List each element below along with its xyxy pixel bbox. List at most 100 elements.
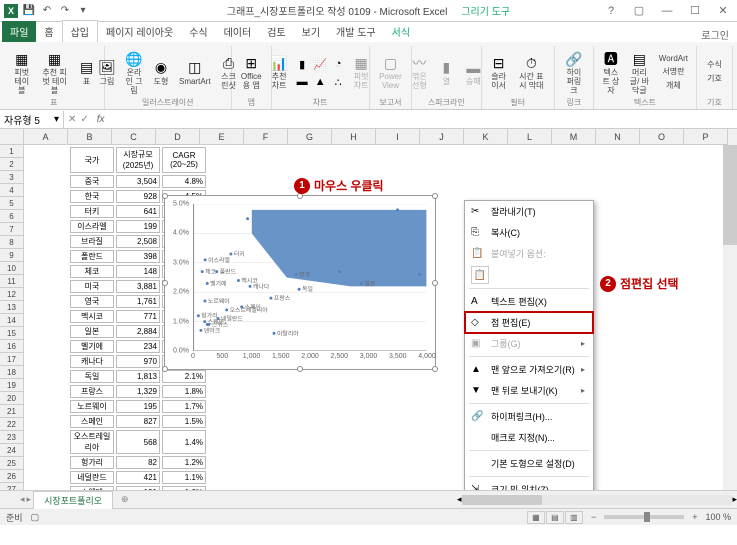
table-cell[interactable]: 1.1% xyxy=(162,471,206,484)
table-cell[interactable]: 스웨덴 xyxy=(70,486,114,490)
slicer-button[interactable]: ⊟슬라이서 xyxy=(487,52,511,93)
sheet-nav-prev-icon[interactable]: ◂ xyxy=(20,494,25,505)
record-macro-icon[interactable]: ▢ xyxy=(31,512,40,523)
table-cell[interactable]: 중국 xyxy=(70,175,114,188)
table-cell[interactable]: 브라질 xyxy=(70,235,114,248)
table-cell[interactable]: 1.2% xyxy=(162,456,206,469)
chart-object[interactable]: 0.0%1.0%2.0%3.0%4.0%5.0% 터키이스라엘폴란드체코영국멕시… xyxy=(164,195,436,370)
chart-bar-icon[interactable]: ▬ xyxy=(294,74,310,90)
rec-chart-button[interactable]: 📊추천 차트 xyxy=(267,52,291,93)
table-cell[interactable]: 2,508 xyxy=(116,235,160,248)
column-header[interactable]: E xyxy=(200,129,244,145)
column-header[interactable]: M xyxy=(552,129,596,145)
table-header-cell[interactable]: 시장규모(2025년) xyxy=(116,147,160,173)
ctx-edit-text[interactable]: A텍스트 편집(X) xyxy=(465,291,593,312)
maximize-icon[interactable]: ☐ xyxy=(681,0,709,22)
zoom-level[interactable]: 100 % xyxy=(705,512,731,522)
qat-dropdown-icon[interactable]: ▾ xyxy=(76,4,90,18)
ctx-hyperlink[interactable]: 🔗하이퍼링크(H)... xyxy=(465,406,593,427)
row-header[interactable]: 27 xyxy=(0,483,24,490)
table-cell[interactable]: 3,881 xyxy=(116,280,160,293)
chart-line-icon[interactable]: 📈 xyxy=(312,56,328,72)
name-box[interactable]: 자유형 5▾ xyxy=(0,111,64,128)
row-header[interactable]: 7 xyxy=(0,223,24,236)
row-header[interactable]: 14 xyxy=(0,314,24,327)
table-cell[interactable]: 970 xyxy=(116,355,160,368)
column-header[interactable]: G xyxy=(288,129,332,145)
column-header[interactable]: K xyxy=(464,129,508,145)
row-header[interactable]: 2 xyxy=(0,158,24,171)
table-cell[interactable]: 191 xyxy=(116,486,160,490)
table-cell[interactable]: 영국 xyxy=(70,295,114,308)
row-header[interactable]: 6 xyxy=(0,210,24,223)
symbol-button[interactable]: 기호 xyxy=(704,73,725,86)
undo-icon[interactable]: ↶ xyxy=(40,4,54,18)
table-cell[interactable]: 터키 xyxy=(70,205,114,218)
column-header[interactable]: A xyxy=(24,129,68,145)
tab-dev[interactable]: 개발 도구 xyxy=(328,21,384,42)
row-header[interactable]: 18 xyxy=(0,366,24,379)
table-cell[interactable]: 4.8% xyxy=(162,175,206,188)
tab-file[interactable]: 파일 xyxy=(2,21,36,42)
equation-button[interactable]: 수식 xyxy=(704,59,725,72)
ctx-size-position[interactable]: ⇲크기 및 위치(Z)... xyxy=(465,479,593,490)
ctx-edit-points[interactable]: ◇점 편집(E) xyxy=(465,312,593,333)
resize-handle[interactable] xyxy=(432,366,438,372)
table-cell[interactable]: 체코 xyxy=(70,265,114,278)
column-header[interactable]: I xyxy=(376,129,420,145)
table-cell[interactable]: 1.4% xyxy=(162,430,206,454)
row-header[interactable]: 20 xyxy=(0,392,24,405)
row-header[interactable]: 15 xyxy=(0,327,24,340)
row-header[interactable]: 13 xyxy=(0,301,24,314)
column-header[interactable]: B xyxy=(68,129,112,145)
hyperlink-button[interactable]: 🔗하이퍼링크 xyxy=(560,48,588,97)
row-header[interactable]: 24 xyxy=(0,444,24,457)
rec-pivot-button[interactable]: ▦추천 피벗 테이블 xyxy=(38,48,72,97)
table-cell[interactable]: 234 xyxy=(116,340,160,353)
view-normal-icon[interactable]: ▦ xyxy=(527,511,545,524)
column-header[interactable]: H xyxy=(332,129,376,145)
table-cell[interactable]: 이스라엘 xyxy=(70,220,114,233)
column-header[interactable]: C xyxy=(112,129,156,145)
shapes-button[interactable]: ◉도형 xyxy=(149,57,173,89)
table-cell[interactable]: 1,329 xyxy=(116,385,160,398)
resize-handle[interactable] xyxy=(432,280,438,286)
table-cell[interactable]: 네덜란드 xyxy=(70,471,114,484)
horizontal-scrollbar[interactable]: ◂▸ xyxy=(457,493,737,507)
select-all-corner[interactable] xyxy=(0,129,24,145)
sheet-nav-next-icon[interactable]: ▸ xyxy=(27,494,32,505)
table-cell[interactable]: 1.0% xyxy=(162,486,206,490)
table-cell[interactable]: 독일 xyxy=(70,370,114,383)
help-icon[interactable]: ? xyxy=(597,0,625,22)
fx-icon[interactable]: fx xyxy=(93,114,109,125)
table-cell[interactable]: 82 xyxy=(116,456,160,469)
wordart-button[interactable]: WordArt xyxy=(656,53,691,66)
table-cell[interactable]: 568 xyxy=(116,430,160,454)
row-header[interactable]: 9 xyxy=(0,249,24,262)
office-apps-button[interactable]: ⊞Office용 앱 xyxy=(237,52,266,93)
vertical-scrollbar[interactable] xyxy=(723,145,737,490)
row-header[interactable]: 22 xyxy=(0,418,24,431)
pivot-table-button[interactable]: ▦피벗 테이블 xyxy=(9,48,35,97)
table-cell[interactable]: 199 xyxy=(116,220,160,233)
row-header[interactable]: 21 xyxy=(0,405,24,418)
table-cell[interactable]: 398 xyxy=(116,250,160,263)
table-cell[interactable]: 한국 xyxy=(70,190,114,203)
row-header[interactable]: 5 xyxy=(0,197,24,210)
minimize-icon[interactable]: — xyxy=(653,0,681,22)
tab-insert[interactable]: 삽입 xyxy=(62,20,98,42)
resize-handle[interactable] xyxy=(432,193,438,199)
header-footer-button[interactable]: ▤머리글/ 바닥글 xyxy=(626,48,653,97)
smartart-button[interactable]: ◫SmartArt xyxy=(176,57,214,89)
table-cell[interactable]: 1,761 xyxy=(116,295,160,308)
ctx-group[interactable]: ▣그룹(G)▸ xyxy=(465,333,593,354)
table-cell[interactable]: 2.1% xyxy=(162,370,206,383)
table-cell[interactable]: 스페인 xyxy=(70,415,114,428)
table-cell[interactable]: 벨기에 xyxy=(70,340,114,353)
row-header[interactable]: 3 xyxy=(0,171,24,184)
table-cell[interactable]: 641 xyxy=(116,205,160,218)
chart-column-icon[interactable]: ▮ xyxy=(294,56,310,72)
zoom-in-icon[interactable]: + xyxy=(692,512,697,522)
chart-area-icon[interactable]: ▲ xyxy=(312,74,328,90)
table-cell[interactable]: 1.7% xyxy=(162,400,206,413)
